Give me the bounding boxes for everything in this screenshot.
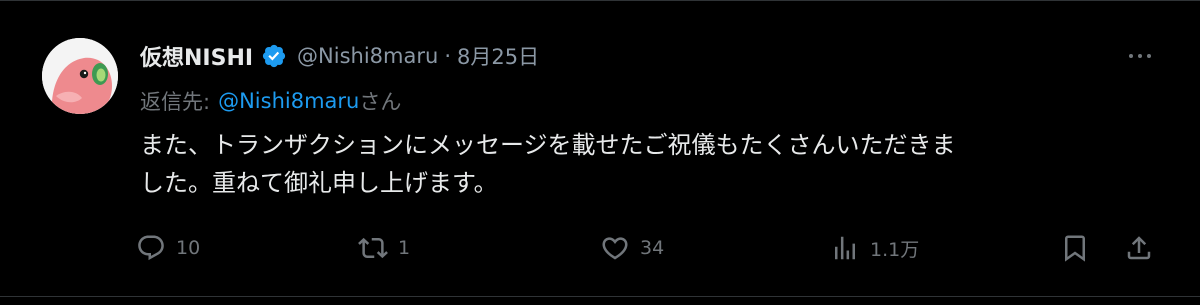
reply-suffix: さん xyxy=(359,90,402,114)
avatar[interactable] xyxy=(42,38,118,114)
tweet-text: また、トランザクションにメッセージを載せたご祝儀もたくさんいただきま した。重ね… xyxy=(140,126,1160,202)
display-name[interactable]: 仮想NISHI xyxy=(140,40,253,72)
retweet-button[interactable]: 1 xyxy=(358,228,410,268)
bookmark-icon xyxy=(1060,233,1090,263)
divider-top xyxy=(0,0,1200,1)
like-button[interactable]: 34 xyxy=(600,228,664,268)
parrot-avatar-icon xyxy=(42,38,118,114)
retweet-icon xyxy=(358,233,388,263)
heart-icon xyxy=(600,233,630,263)
share-button[interactable] xyxy=(1124,228,1154,268)
author-handle[interactable]: @Nishi8maru xyxy=(297,44,438,68)
more-dot-icon xyxy=(1129,54,1133,58)
view-count: 1.1万 xyxy=(870,238,920,261)
tweet-header: 仮想NISHI @Nishi8maru · 8月25日 xyxy=(140,38,539,74)
bookmark-button[interactable] xyxy=(1060,228,1090,268)
reply-button[interactable]: 10 xyxy=(136,228,200,268)
post-date[interactable]: 8月25日 xyxy=(457,41,539,71)
more-options-button[interactable] xyxy=(1122,44,1158,68)
views-button[interactable]: 1.1万 xyxy=(830,228,919,268)
tweet-card[interactable]: 仮想NISHI @Nishi8maru · 8月25日 返信先: @Nishi8… xyxy=(0,0,1200,305)
reply-count: 10 xyxy=(176,237,201,259)
retweet-count: 1 xyxy=(398,237,411,259)
analytics-icon xyxy=(830,233,860,263)
tweet-text-line: また、トランザクションにメッセージを載せたご祝儀もたくさんいただきま xyxy=(140,131,956,159)
reply-icon xyxy=(136,233,166,263)
like-count: 34 xyxy=(640,237,665,259)
action-bar: 10 1 34 1.1万 xyxy=(134,228,1164,268)
reply-context: 返信先: @Nishi8maru さん xyxy=(140,84,401,118)
reply-prefix: 返信先: xyxy=(140,90,211,114)
more-dot-icon xyxy=(1147,54,1151,58)
share-icon xyxy=(1124,233,1154,263)
verified-badge-icon xyxy=(261,43,287,69)
reply-to-handle-link[interactable]: @Nishi8maru xyxy=(218,89,359,113)
tweet-text-line: した。重ねて御礼申し上げます。 xyxy=(140,169,498,197)
more-dot-icon xyxy=(1138,54,1142,58)
separator-dot: · xyxy=(444,44,451,68)
divider-bottom xyxy=(0,296,1200,297)
